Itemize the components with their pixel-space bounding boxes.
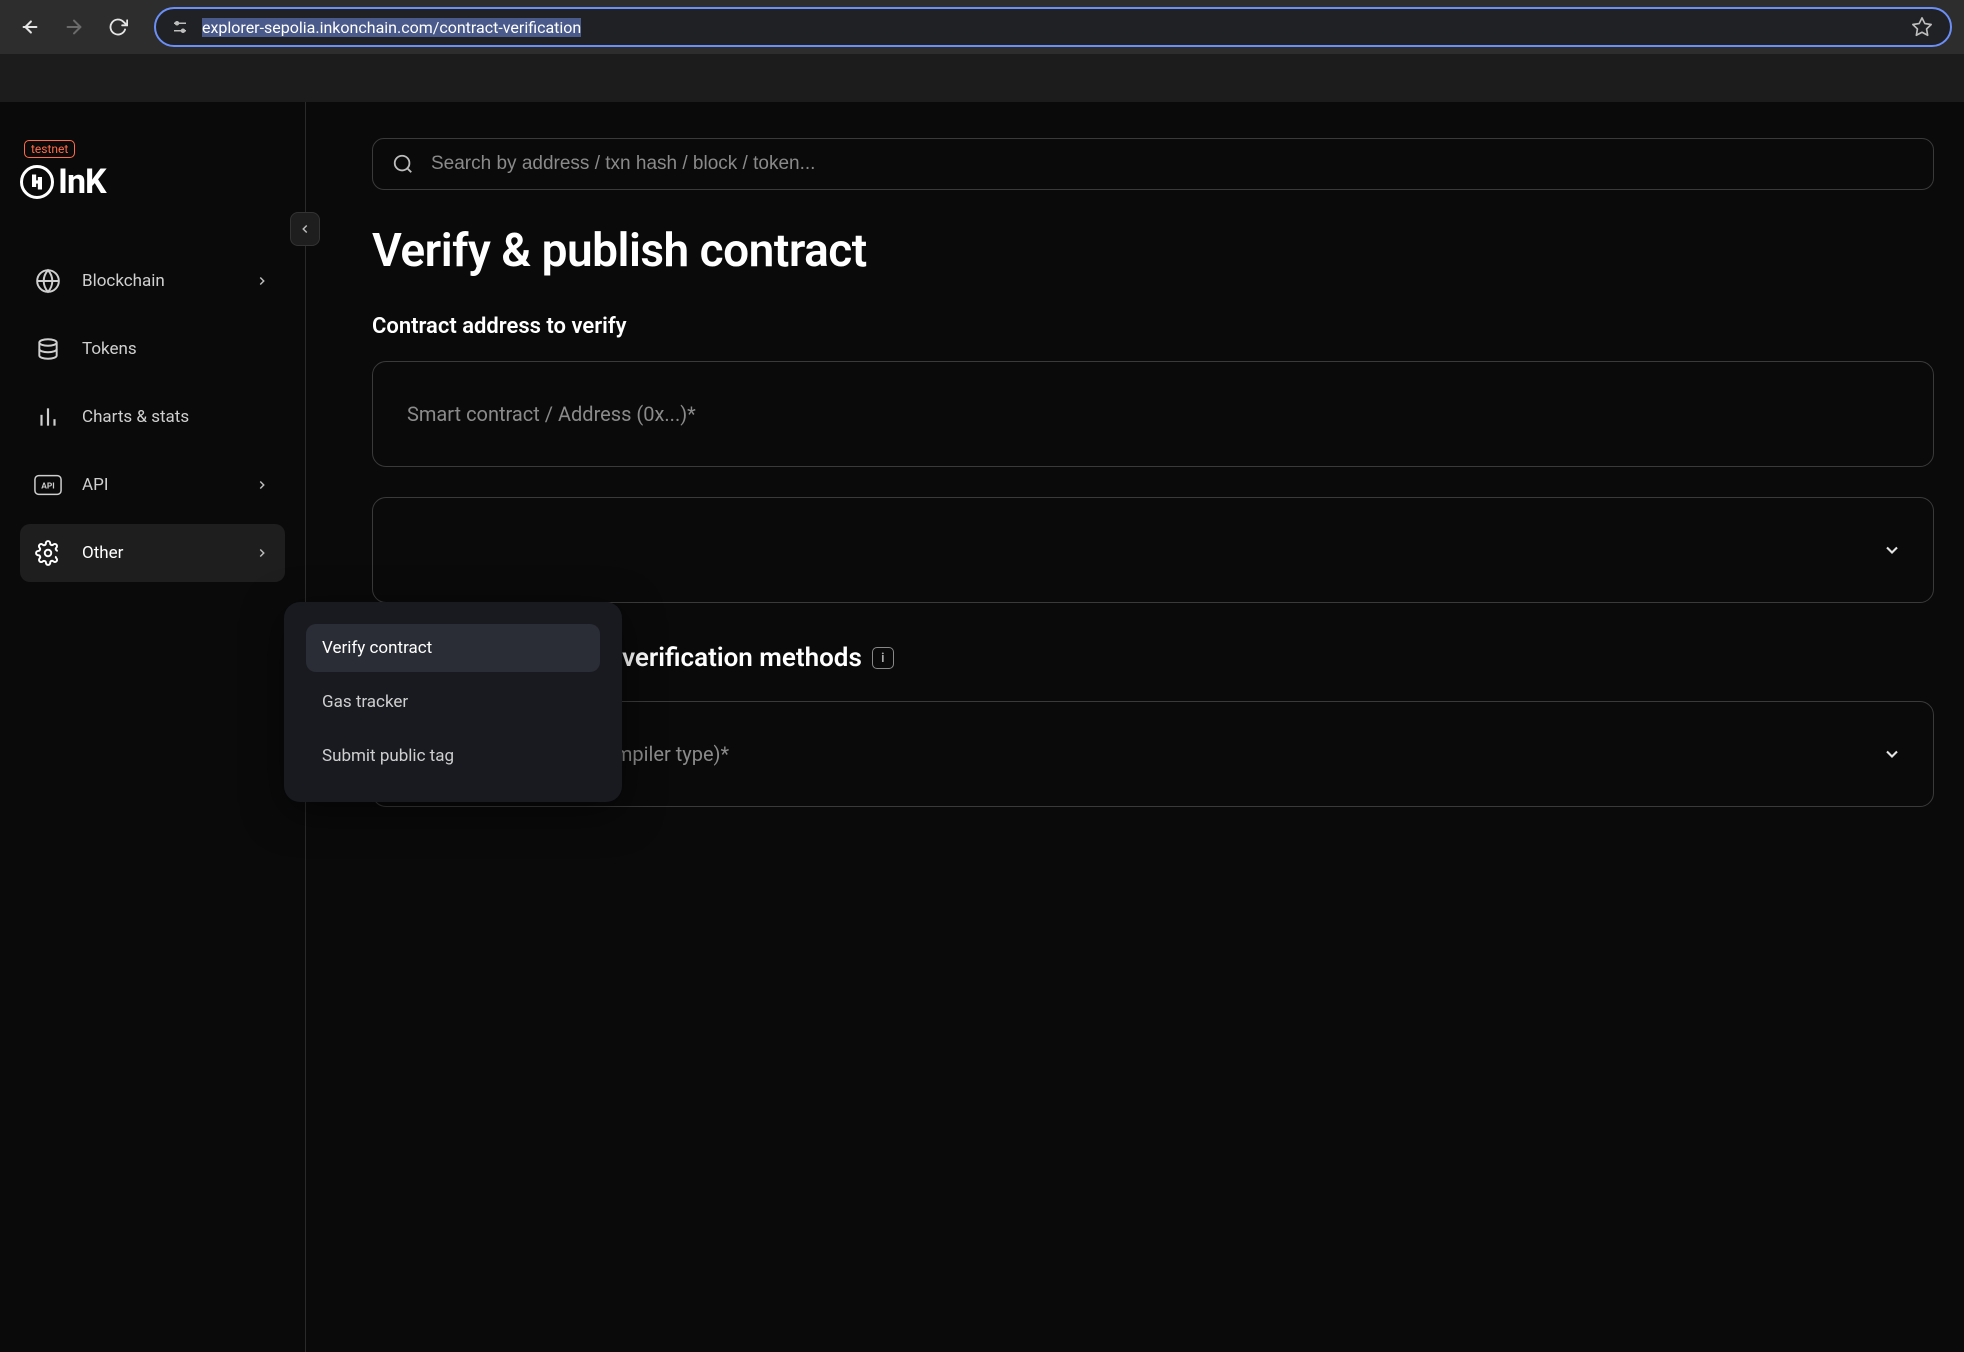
coins-icon <box>34 335 62 363</box>
logo-mark-icon <box>20 165 54 199</box>
submenu-other: Verify contract Gas tracker Submit publi… <box>284 602 622 802</box>
license-select[interactable] <box>372 497 1934 603</box>
submenu-item-verify-contract[interactable]: Verify contract <box>306 624 600 672</box>
sidebar-nav: Blockchain Tokens Charts & stats <box>20 252 285 582</box>
globe-icon <box>34 267 62 295</box>
sidebar-item-other[interactable]: Other <box>20 524 285 582</box>
submenu-item-submit-public-tag[interactable]: Submit public tag <box>306 732 600 780</box>
logo: InK <box>20 162 285 202</box>
sidebar-item-tokens[interactable]: Tokens <box>20 320 285 378</box>
chevron-right-icon <box>253 476 271 494</box>
chevron-down-icon <box>1881 743 1903 765</box>
contract-address-input[interactable]: Smart contract / Address (0x...)* <box>372 361 1934 467</box>
chevron-right-icon <box>253 272 271 290</box>
testnet-badge: testnet <box>24 140 75 158</box>
bookmark-star-icon[interactable] <box>1908 13 1936 41</box>
back-button[interactable] <box>12 9 48 45</box>
sidebar-item-label: Charts & stats <box>82 407 271 427</box>
page-title: Verify & publish contract <box>372 224 1934 278</box>
reload-button[interactable] <box>100 9 136 45</box>
sidebar-item-label: Tokens <box>82 339 271 359</box>
logo-text: InK <box>58 162 106 202</box>
forward-button[interactable] <box>56 9 92 45</box>
sidebar: testnet InK Blockchain <box>0 102 306 1352</box>
bar-chart-icon <box>34 403 62 431</box>
api-icon: API <box>34 471 62 499</box>
svg-text:API: API <box>41 482 54 492</box>
site-settings-icon[interactable] <box>170 17 190 37</box>
sidebar-item-label: Other <box>82 543 233 563</box>
gear-icon <box>34 539 62 567</box>
search-bar[interactable] <box>372 138 1934 190</box>
search-icon <box>391 152 415 176</box>
section-label-address: Contract address to verify <box>372 314 1934 339</box>
sidebar-item-api[interactable]: API API <box>20 456 285 514</box>
address-bar[interactable]: explorer-sepolia.inkonchain.com/contract… <box>154 7 1952 47</box>
url-text: explorer-sepolia.inkonchain.com/contract… <box>202 18 1896 37</box>
sidebar-item-label: API <box>82 475 233 495</box>
info-icon[interactable]: i <box>872 647 894 669</box>
submenu-item-gas-tracker[interactable]: Gas tracker <box>306 678 600 726</box>
sidebar-item-blockchain[interactable]: Blockchain <box>20 252 285 310</box>
browser-toolbar: explorer-sepolia.inkonchain.com/contract… <box>0 0 1964 54</box>
field-placeholder: Smart contract / Address (0x...)* <box>407 402 696 426</box>
sidebar-item-charts[interactable]: Charts & stats <box>20 388 285 446</box>
sidebar-collapse-button[interactable] <box>290 212 320 246</box>
tab-strip <box>0 54 1964 102</box>
search-input[interactable] <box>431 153 1915 175</box>
sidebar-item-label: Blockchain <box>82 271 233 291</box>
chevron-down-icon <box>1881 539 1903 561</box>
brand-block[interactable]: testnet InK <box>20 138 285 202</box>
chevron-right-icon <box>253 544 271 562</box>
